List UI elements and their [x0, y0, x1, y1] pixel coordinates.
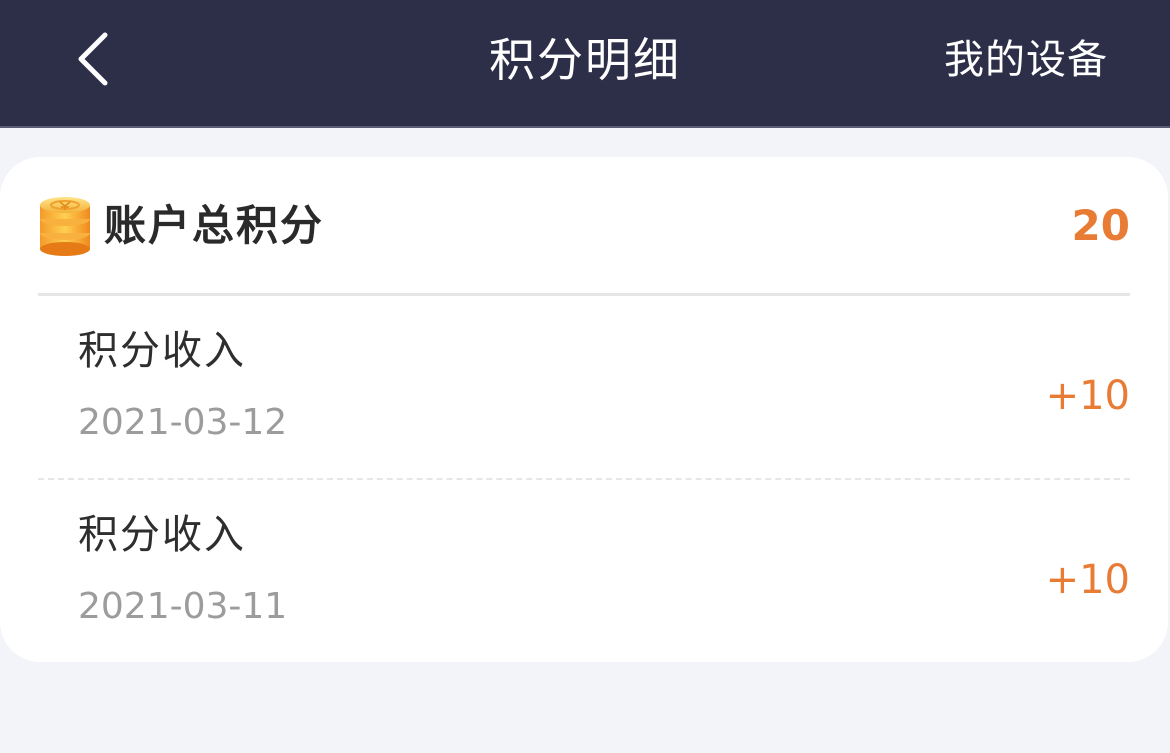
- record-amount: +10: [1045, 373, 1130, 419]
- my-devices-button[interactable]: 我的设备: [944, 28, 1108, 92]
- list-item[interactable]: 积分收入 2021-03-12 +10: [38, 294, 1130, 480]
- record-date: 2021-03-12: [78, 402, 288, 443]
- points-card: 账户总积分 20 积分收入 2021-03-12 +10 积分收入 2021-0…: [0, 157, 1168, 662]
- record-amount: +10: [1045, 557, 1130, 603]
- total-points-value: 20: [1071, 201, 1130, 250]
- coin-stack-icon: [40, 197, 90, 256]
- total-points-header: 账户总积分 20: [38, 157, 1130, 296]
- record-title: 积分收入: [78, 512, 246, 558]
- record-date: 2021-03-11: [78, 586, 288, 627]
- total-points-label: 账户总积分: [104, 201, 325, 250]
- record-title: 积分收入: [78, 328, 246, 374]
- list-item[interactable]: 积分收入 2021-03-11 +10: [38, 478, 1130, 662]
- top-navbar: 积分明细 我的设备: [0, 0, 1170, 128]
